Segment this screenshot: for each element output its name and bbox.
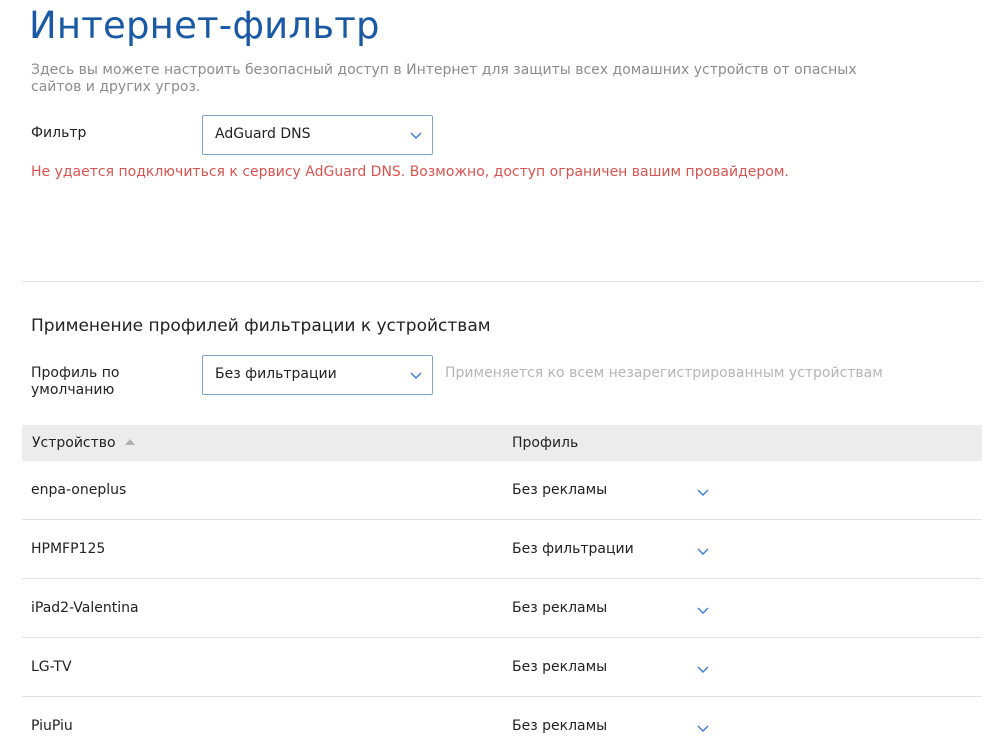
devices-table-header: Устройство Профиль (22, 425, 982, 461)
device-name: HPMFP125 (31, 541, 106, 557)
device-profile-select[interactable]: Без рекламы (512, 648, 722, 688)
table-row: enpa-oneplus Без рекламы (22, 461, 982, 520)
table-row: HPMFP125 Без фильтрации (22, 520, 982, 579)
page-description: Здесь вы можете настроить безопасный дос… (31, 62, 857, 95)
device-name: iPad2-Valentina (31, 600, 139, 616)
device-profile-value: Без рекламы (512, 718, 608, 734)
device-profile-select[interactable]: Без рекламы (512, 589, 722, 629)
chevron-down-icon (697, 607, 709, 615)
device-name: enpa-oneplus (31, 482, 127, 498)
table-row: LG-TV Без рекламы (22, 638, 982, 697)
page-title: Интернет-фильтр (29, 4, 380, 47)
filter-label: Фильтр (31, 125, 87, 141)
chevron-down-icon (697, 725, 709, 733)
default-profile-select-value: Без фильтрации (215, 366, 337, 382)
filter-select[interactable]: AdGuard DNS (202, 115, 433, 155)
default-profile-select[interactable]: Без фильтрации (202, 355, 433, 395)
table-row: PiuPiu Без рекламы (22, 697, 982, 753)
column-header-device[interactable]: Устройство (32, 435, 116, 451)
internet-filter-page: Интернет-фильтр Здесь вы можете настроит… (0, 0, 1000, 753)
profiles-section-title: Применение профилей фильтрации к устройс… (31, 316, 491, 336)
chevron-down-icon (697, 548, 709, 556)
device-profile-value: Без рекламы (512, 482, 608, 498)
column-header-profile: Профиль (512, 435, 579, 451)
chevron-down-icon (697, 489, 709, 497)
default-profile-hint: Применяется ко всем незарегистрированным… (445, 365, 883, 381)
device-name: PiuPiu (31, 718, 73, 734)
sort-ascending-icon[interactable] (125, 439, 135, 445)
section-divider (22, 281, 982, 282)
device-profile-select[interactable]: Без рекламы (512, 471, 722, 511)
device-profile-value: Без фильтрации (512, 541, 634, 557)
device-profile-select[interactable]: Без рекламы (512, 707, 722, 747)
device-name: LG-TV (31, 659, 72, 675)
filter-select-value: AdGuard DNS (215, 126, 311, 142)
chevron-down-icon (410, 372, 422, 380)
table-row: iPad2-Valentina Без рекламы (22, 579, 982, 638)
chevron-down-icon (697, 666, 709, 674)
filter-error-message: Не удается подключиться к сервису AdGuar… (31, 164, 789, 180)
chevron-down-icon (410, 132, 422, 140)
default-profile-label: Профиль по умолчанию (31, 365, 120, 398)
device-profile-value: Без рекламы (512, 600, 608, 616)
device-profile-value: Без рекламы (512, 659, 608, 675)
device-profile-select[interactable]: Без фильтрации (512, 530, 722, 570)
